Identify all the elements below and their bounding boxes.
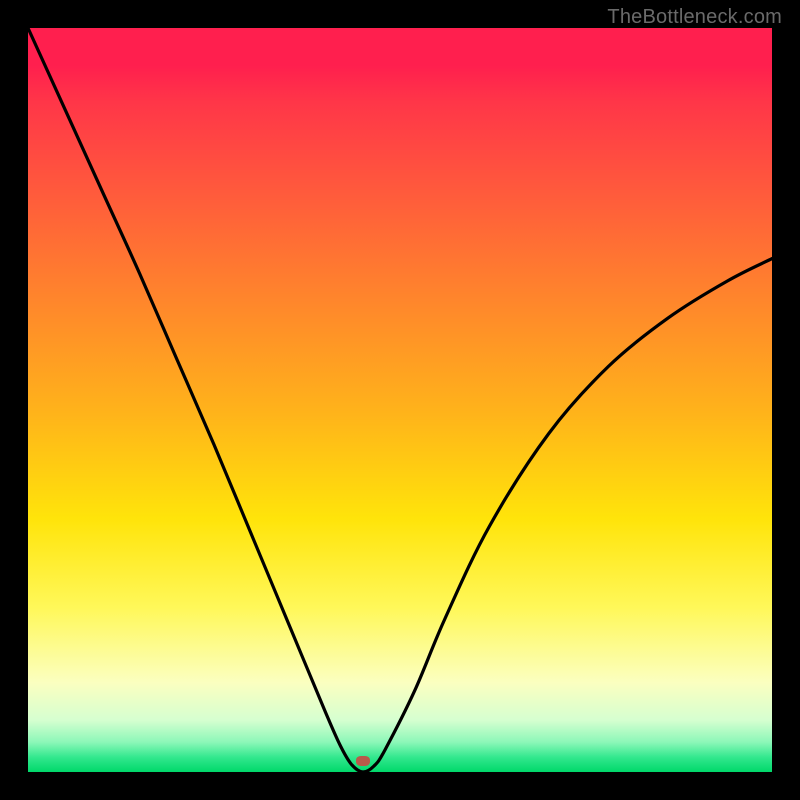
bottleneck-curve	[28, 28, 772, 772]
watermark-text: TheBottleneck.com	[607, 6, 782, 29]
optimal-marker	[356, 756, 370, 766]
